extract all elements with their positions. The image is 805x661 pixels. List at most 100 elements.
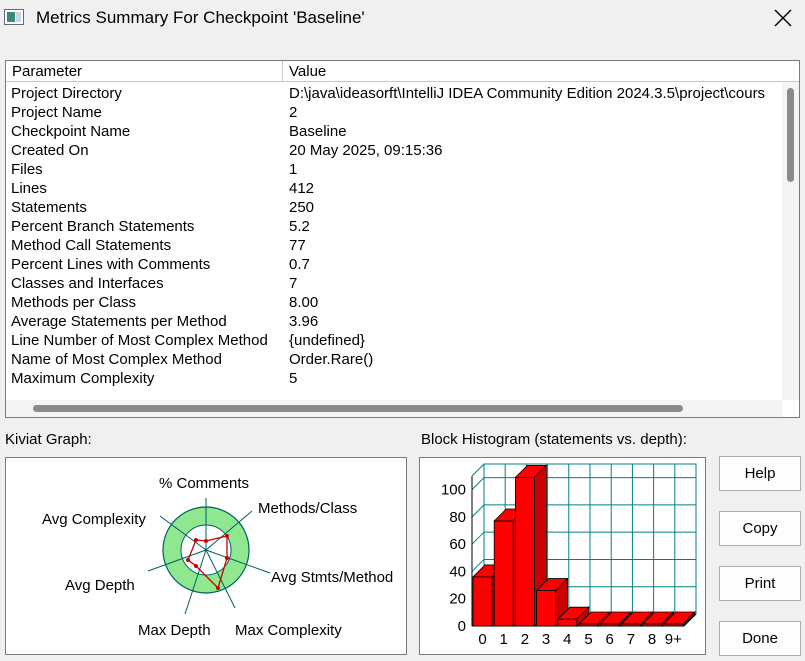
row-parameter: Lines	[11, 180, 47, 197]
histogram-side-top	[471, 463, 485, 477]
column-header-value[interactable]: Value	[283, 61, 783, 82]
row-value: 2	[289, 104, 298, 121]
row-parameter: Name of Most Complex Method	[11, 351, 222, 368]
histogram-x-tick-label: 6	[606, 631, 614, 648]
axis-label-avg-complexity: Avg Complexity	[42, 511, 146, 528]
histogram-x-tick-label: 0	[478, 631, 486, 648]
row-value: 5	[289, 370, 298, 387]
horizontal-scroll-thumb[interactable]	[33, 405, 683, 412]
histogram-y-tick-label: 80	[449, 509, 466, 526]
row-value: 250	[289, 199, 315, 216]
table-body: Project Directory D:\java\ideasorft\Intel…	[6, 84, 783, 394]
title-bar: Metrics Summary For Checkpoint 'Baseline…	[0, 0, 805, 40]
table-row[interactable]: Checkpoint Name Baseline	[6, 122, 783, 141]
axis-label-avg-stmts: Avg Stmts/Method	[271, 569, 393, 586]
axis-label-avg-depth: Avg Depth	[65, 577, 135, 594]
row-parameter: Created On	[11, 142, 89, 159]
kiviat-label: Kiviat Graph:	[5, 431, 92, 448]
histogram-gridline-depth	[471, 504, 485, 518]
window-title: Metrics Summary For Checkpoint 'Baseline…	[36, 8, 365, 27]
table-row[interactable]: Method Call Statements 77	[6, 236, 783, 255]
print-button[interactable]: Print	[719, 566, 801, 601]
help-button[interactable]: Help	[719, 456, 801, 491]
close-icon	[774, 9, 792, 27]
axis-label-comments: % Comments	[159, 475, 249, 492]
table-row[interactable]: Lines 412	[6, 179, 783, 198]
axis-label-methods-class: Methods/Class	[258, 500, 357, 517]
histogram-x-tick-label: 5	[584, 631, 592, 648]
table-row[interactable]: Files 1	[6, 160, 783, 179]
histogram-bar	[578, 623, 599, 627]
row-value: 77	[289, 237, 306, 254]
horizontal-scrollbar[interactable]	[6, 400, 783, 417]
table-row[interactable]: Percent Branch Statements 5.2	[6, 217, 783, 236]
row-parameter: Average Statements per Method	[11, 313, 227, 330]
table-row[interactable]: Statements 250	[6, 198, 783, 217]
histogram-bar	[557, 618, 578, 627]
row-value: Baseline	[289, 123, 347, 140]
row-parameter: Methods per Class	[11, 294, 137, 311]
done-button[interactable]: Done	[719, 621, 801, 656]
row-value: 1	[289, 161, 298, 178]
row-parameter: Percent Lines with Comments	[11, 256, 211, 273]
histogram-y-tick-label: 40	[449, 563, 466, 580]
axis-label-max-depth: Max Depth	[138, 622, 211, 639]
histogram-label: Block Histogram (statements vs. depth):	[421, 431, 687, 448]
kiviat-graph: % Comments Methods/Class Avg Stmts/Metho…	[5, 457, 407, 655]
table-row[interactable]: Maximum Complexity 5	[6, 369, 783, 388]
histogram-x-tick-label: 8	[648, 631, 656, 648]
histogram-bar	[493, 520, 514, 627]
row-value: D:\java\ideasorft\IntelliJ IDEA Communit…	[289, 85, 766, 102]
histogram-y-tick-label: 0	[458, 618, 466, 635]
copy-button[interactable]: Copy	[719, 511, 801, 546]
histogram-bar	[472, 576, 493, 627]
row-value: 8.00	[289, 294, 319, 311]
histogram-bar	[515, 476, 535, 627]
row-value: {undefined}	[289, 332, 365, 349]
app-icon	[4, 9, 24, 25]
table-row[interactable]: Classes and Interfaces 7	[6, 274, 783, 293]
block-histogram: 0 20 40 60 80 100 0 1 2 3 4 5 6 7 8 9+	[419, 457, 706, 655]
axis-label-max-complexity: Max Complexity	[235, 622, 342, 639]
histogram-bar	[663, 623, 684, 627]
histogram-x-tick-label: 4	[563, 631, 571, 648]
row-parameter: Percent Branch Statements	[11, 218, 195, 235]
row-parameter: Checkpoint Name	[11, 123, 131, 140]
table-row[interactable]: Average Statements per Method 3.96	[6, 312, 783, 331]
vertical-scroll-thumb[interactable]	[787, 88, 794, 182]
row-parameter: Project Name	[11, 104, 102, 121]
row-value: 5.2	[289, 218, 310, 235]
table-row[interactable]: Methods per Class 8.00	[6, 293, 783, 312]
histogram-y-tick-label: 20	[449, 591, 466, 608]
kiviat-svg: % Comments Methods/Class Avg Stmts/Metho…	[42, 475, 393, 639]
row-value: 20 May 2025, 09:15:36	[289, 142, 443, 159]
vertical-scrollbar[interactable]	[782, 82, 799, 400]
table-row[interactable]: Project Directory D:\java\ideasorft\Intel…	[6, 84, 783, 103]
row-value: Order.Rare()	[289, 351, 374, 368]
table-row[interactable]: Project Name 2	[6, 103, 783, 122]
row-parameter: Project Directory	[11, 85, 122, 102]
histogram-y-tick-label: 100	[441, 482, 466, 499]
table-header: Parameter Value	[6, 61, 799, 82]
close-button[interactable]	[769, 4, 797, 32]
histogram-bar	[536, 590, 556, 627]
histogram-gridline-depth	[471, 531, 485, 545]
table-row[interactable]: Name of Most Complex Method Order.Rare()	[6, 350, 783, 369]
histogram-x-tick-label: 9+	[665, 631, 682, 648]
table-row[interactable]: Line Number of Most Complex Method {undef…	[6, 331, 783, 350]
histogram-bar	[599, 623, 620, 627]
column-header-parameter[interactable]: Parameter	[6, 61, 283, 82]
metrics-table[interactable]: Parameter Value Project Directory D:\java…	[5, 60, 800, 418]
histogram-x-tick-label: 2	[521, 631, 529, 648]
row-value: 3.96	[289, 313, 319, 330]
histogram-x-tick-label: 1	[500, 631, 508, 648]
histogram-svg: 0204060801000 1 2 3 4 5 6 7 8 9+	[441, 463, 697, 648]
row-value: 0.7	[289, 256, 310, 273]
table-row[interactable]: Percent Lines with Comments 0.7	[6, 255, 783, 274]
row-parameter: Method Call Statements	[11, 237, 172, 254]
histogram-bar	[620, 623, 641, 627]
row-parameter: Files	[11, 161, 43, 178]
row-parameter: Maximum Complexity	[11, 370, 155, 387]
histogram-y-tick-label: 60	[449, 536, 466, 553]
table-row[interactable]: Created On 20 May 2025, 09:15:36	[6, 141, 783, 160]
